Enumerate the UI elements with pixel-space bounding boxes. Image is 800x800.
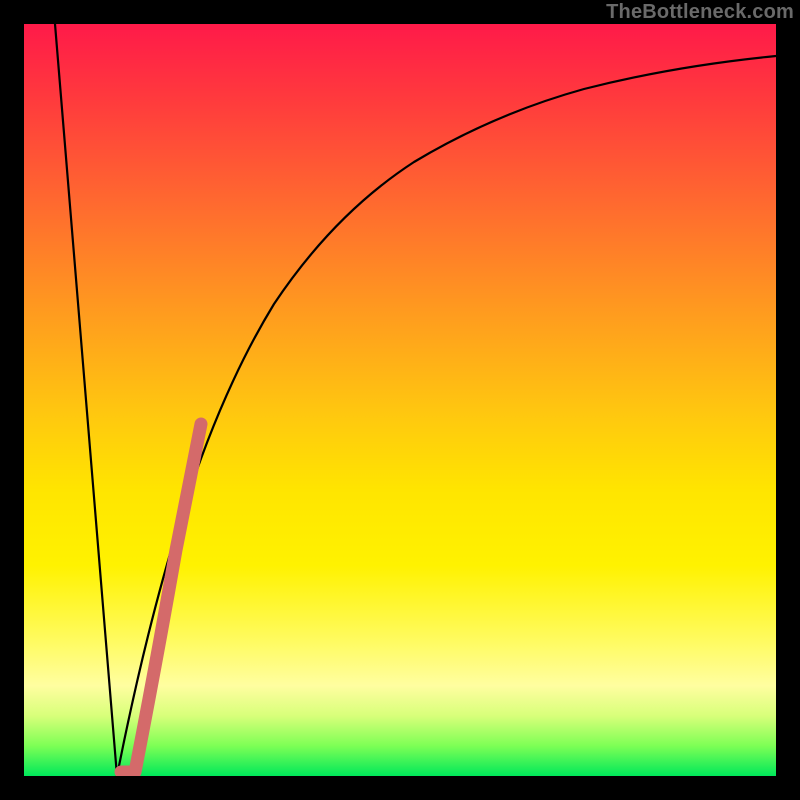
left-diagonal-curve bbox=[55, 24, 117, 776]
chart-frame: TheBottleneck.com bbox=[0, 0, 800, 800]
right-rising-curve bbox=[117, 56, 776, 776]
plot-area bbox=[24, 24, 776, 776]
highlight-segment bbox=[121, 424, 201, 772]
chart-svg bbox=[24, 24, 776, 776]
attribution-text: TheBottleneck.com bbox=[606, 1, 794, 24]
